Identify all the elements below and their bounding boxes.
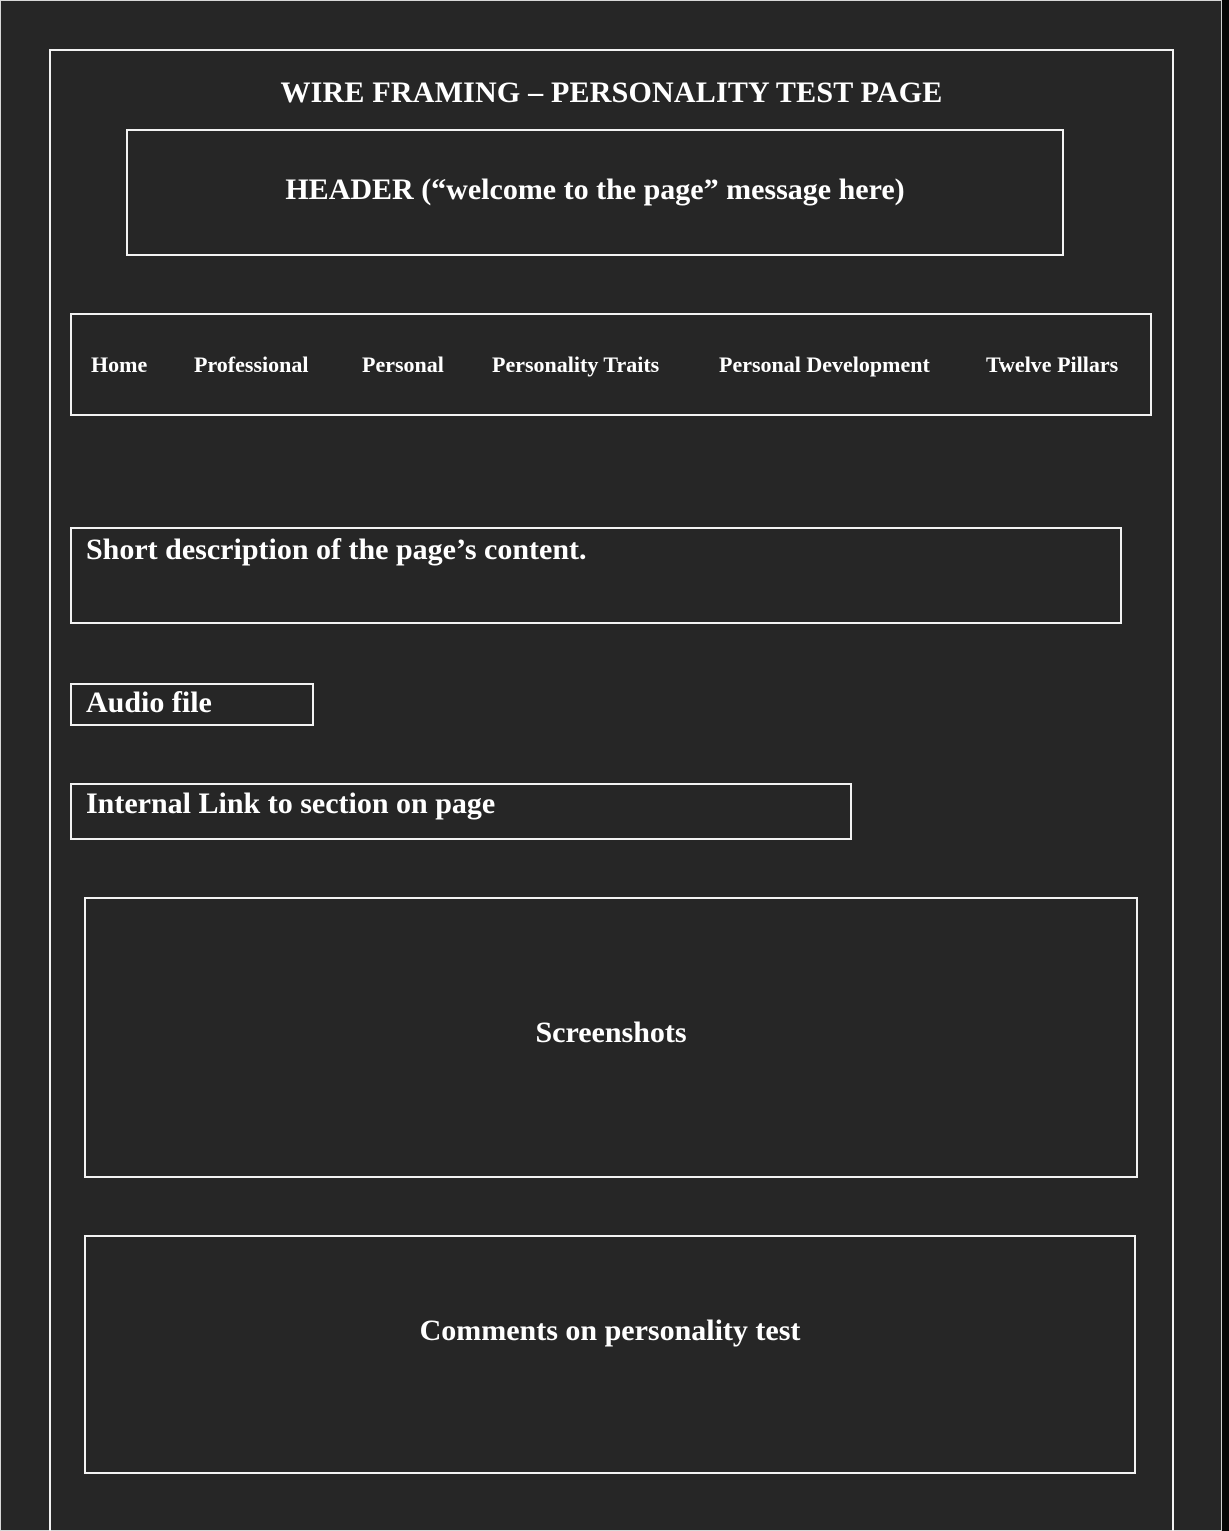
- nav-item-home[interactable]: Home: [91, 352, 147, 378]
- nav-item-personality-traits[interactable]: Personality Traits: [492, 352, 659, 378]
- description-text: Short description of the page’s content.: [86, 533, 587, 566]
- comments-box: Comments on personality test: [84, 1235, 1136, 1474]
- header-box: HEADER (“welcome to the page” message he…: [126, 129, 1064, 256]
- audio-file-box[interactable]: Audio file: [70, 683, 314, 726]
- nav-item-twelve-pillars[interactable]: Twelve Pillars: [986, 352, 1118, 378]
- page-title: WIRE FRAMING – PERSONALITY TEST PAGE: [280, 76, 943, 109]
- description-box: Short description of the page’s content.: [70, 527, 1122, 624]
- screenshots-label: Screenshots: [535, 1016, 687, 1049]
- nav-item-professional[interactable]: Professional: [194, 352, 308, 378]
- comments-label: Comments on personality test: [419, 1313, 801, 1347]
- window-right-edge: [1221, 0, 1229, 1531]
- internal-link-label[interactable]: Internal Link to section on page: [86, 787, 495, 821]
- nav-bar: Home Professional Personal Personality T…: [70, 313, 1152, 416]
- screenshots-box: Screenshots: [84, 897, 1138, 1178]
- header-text: HEADER (“welcome to the page” message he…: [285, 172, 905, 206]
- nav-item-personal-development[interactable]: Personal Development: [719, 352, 930, 378]
- audio-file-label: Audio file: [86, 686, 212, 719]
- internal-link-box[interactable]: Internal Link to section on page: [70, 783, 852, 840]
- nav-item-personal[interactable]: Personal: [362, 352, 444, 378]
